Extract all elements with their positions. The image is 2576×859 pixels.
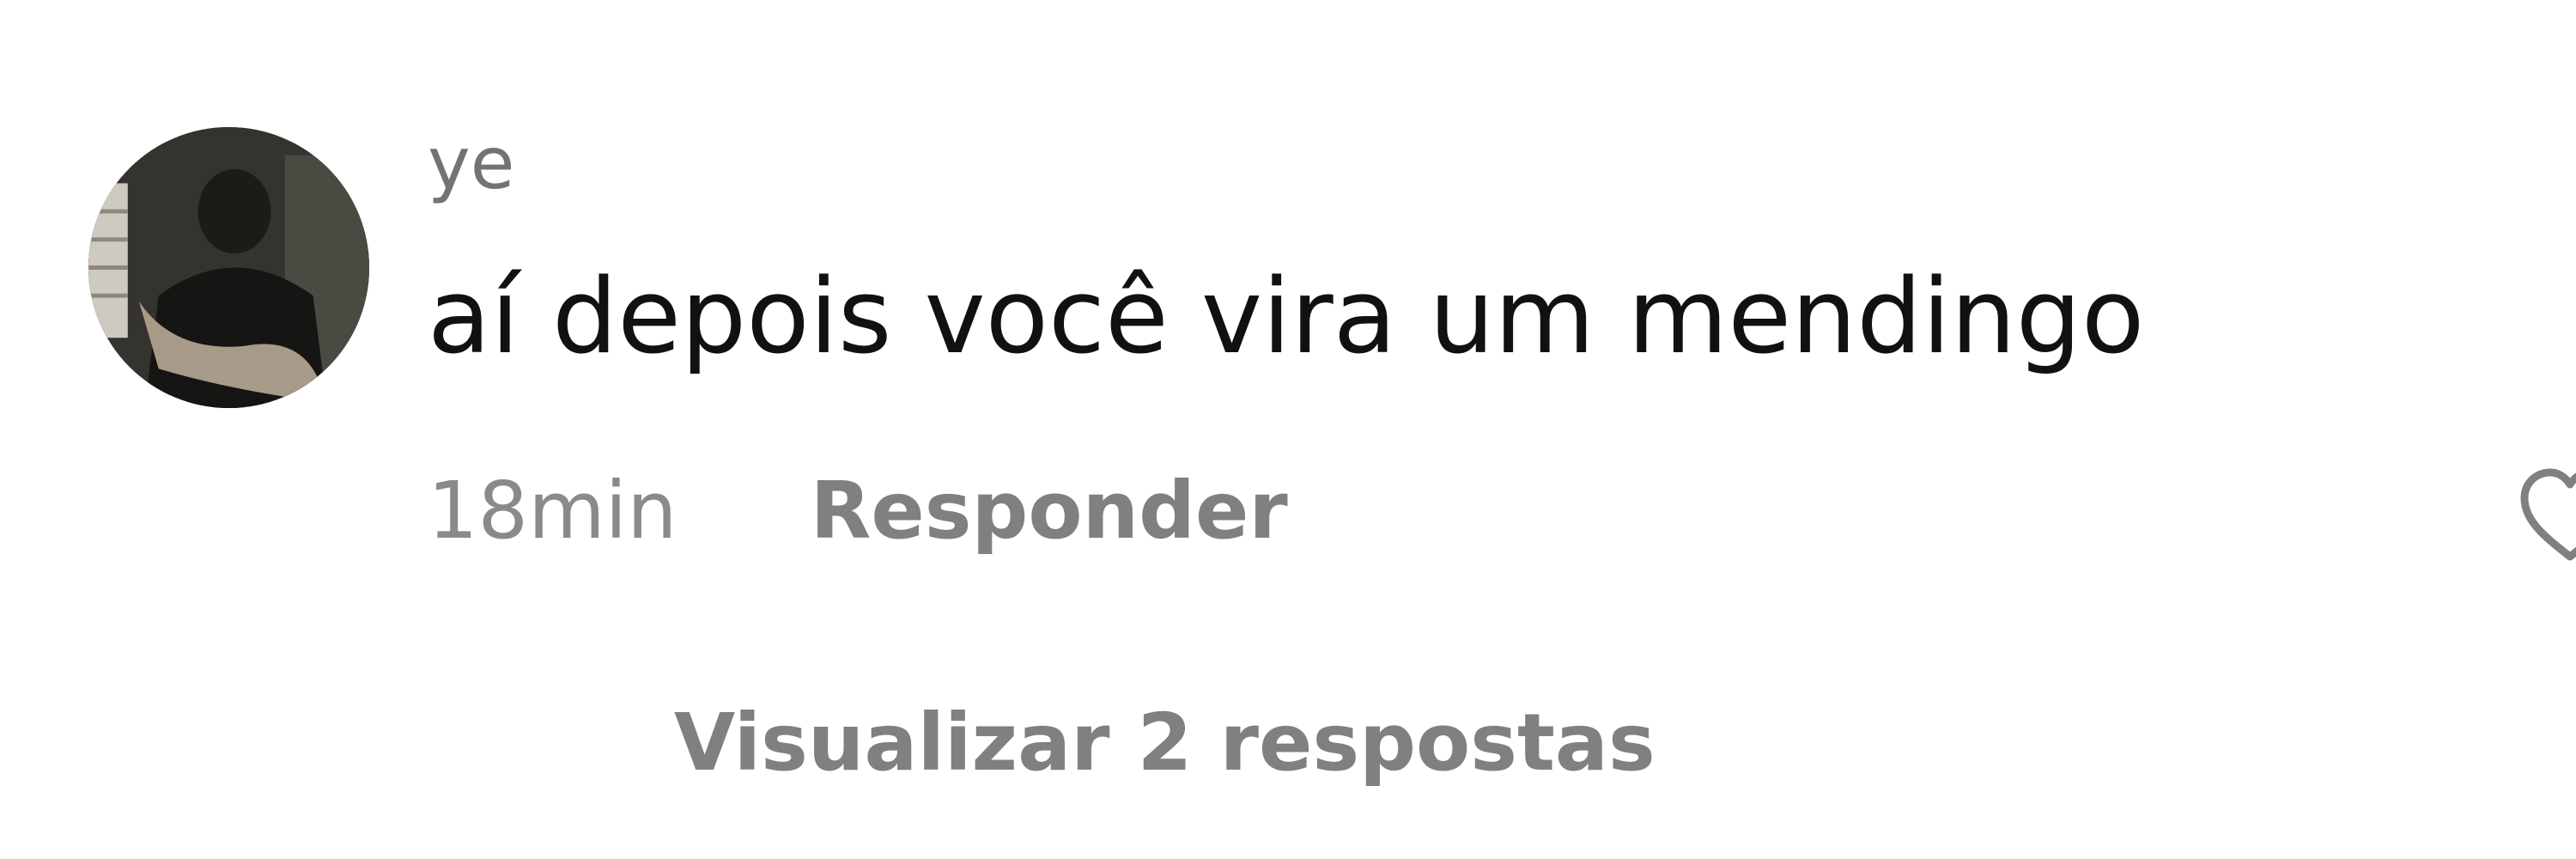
comment-text: aí depois você vira um mendingo — [428, 258, 2145, 377]
reply-button[interactable]: Responder — [811, 464, 1288, 558]
avatar[interactable] — [88, 127, 369, 408]
like-button[interactable] — [2514, 464, 2576, 567]
comment-meta: 18min Responder — [428, 464, 1288, 558]
heart-icon — [2514, 468, 2576, 570]
username[interactable]: ye — [428, 120, 514, 206]
comment-item: ye aí depois você vira um mendingo 18min… — [0, 0, 2576, 859]
view-replies-button[interactable]: Visualizar 2 respostas — [674, 696, 1656, 790]
timestamp: 18min — [428, 465, 677, 557]
